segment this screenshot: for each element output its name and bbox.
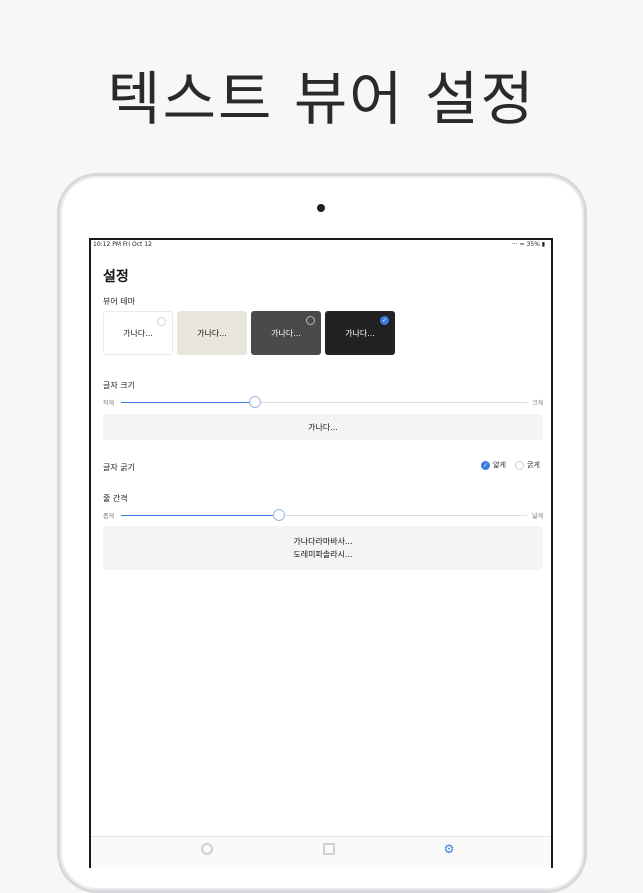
weight-option-bold[interactable]: 굵게 bbox=[515, 460, 540, 470]
font-size-label: 글자 크기 bbox=[103, 381, 135, 390]
document-icon[interactable] bbox=[323, 843, 335, 855]
line-spacing-preview: 가나다라마바사... 도레미파솔라시... bbox=[103, 526, 543, 570]
theme-radio[interactable] bbox=[306, 316, 315, 325]
camera-icon bbox=[317, 204, 325, 212]
slider-max-label: 넓게 bbox=[531, 513, 543, 520]
weight-option-label: 얇게 bbox=[493, 461, 506, 469]
weight-option-thin[interactable]: ✓ 얇게 bbox=[481, 460, 506, 470]
theme-preview-text: 가나다... bbox=[271, 328, 301, 338]
slider-thumb[interactable] bbox=[273, 509, 286, 521]
status-time: 10:12 PM Fri Oct 12 bbox=[93, 241, 152, 248]
theme-preview-text: 가나다... bbox=[123, 328, 153, 338]
check-icon[interactable]: ✓ bbox=[481, 460, 490, 470]
preview-line: 도레미파솔라시... bbox=[293, 550, 353, 559]
theme-preview-text: 가나다... bbox=[197, 328, 227, 338]
theme-white[interactable]: 가나다... bbox=[103, 311, 173, 355]
slider-min-label: 작게 bbox=[103, 400, 115, 407]
check-icon[interactable]: ✓ bbox=[380, 316, 389, 325]
app-screen: 10:12 PM Fri Oct 12 ··· ≈ 35% ▮ 설정 뷰어 테마… bbox=[89, 238, 553, 868]
radio-icon[interactable] bbox=[515, 460, 524, 470]
theme-label: 뷰어 테마 bbox=[103, 297, 135, 306]
font-weight-label: 글자 굵기 bbox=[103, 463, 135, 472]
page-title: 설정 bbox=[103, 269, 129, 285]
theme-gray[interactable]: 가나다... bbox=[251, 311, 321, 355]
slider-max-label: 크게 bbox=[531, 400, 543, 407]
slider-track[interactable] bbox=[121, 396, 527, 408]
slider-fill bbox=[121, 515, 280, 516]
slider-min-label: 좁게 bbox=[103, 513, 115, 520]
weight-option-label: 굵게 bbox=[527, 461, 540, 469]
clock-icon[interactable] bbox=[201, 843, 213, 855]
font-size-preview: 가나다... bbox=[103, 414, 543, 440]
slider-thumb[interactable] bbox=[248, 396, 261, 408]
theme-sepia[interactable]: 가나다... bbox=[177, 311, 247, 355]
line-spacing-label: 줄 간격 bbox=[103, 494, 128, 503]
theme-black[interactable]: 가나다... ✓ bbox=[325, 311, 395, 355]
font-size-slider[interactable]: 작게 크게 bbox=[103, 396, 543, 409]
theme-preview-text: 가나다... bbox=[345, 328, 375, 338]
slider-fill bbox=[121, 402, 255, 403]
line-spacing-slider[interactable]: 좁게 넓게 bbox=[103, 509, 543, 522]
gear-icon[interactable]: ⚙ bbox=[443, 843, 455, 855]
theme-radio[interactable] bbox=[157, 317, 166, 326]
preview-line: 가나다라마바사... bbox=[293, 537, 353, 546]
preview-text: 가나다... bbox=[308, 422, 338, 432]
slider-track[interactable] bbox=[121, 509, 527, 521]
status-battery: ··· ≈ 35% ▮ bbox=[511, 241, 545, 248]
headline: 텍스트 뷰어 설정 bbox=[107, 65, 536, 133]
tab-bar: ⚙ bbox=[91, 836, 551, 868]
status-bar: 10:12 PM Fri Oct 12 ··· ≈ 35% ▮ bbox=[91, 240, 551, 250]
